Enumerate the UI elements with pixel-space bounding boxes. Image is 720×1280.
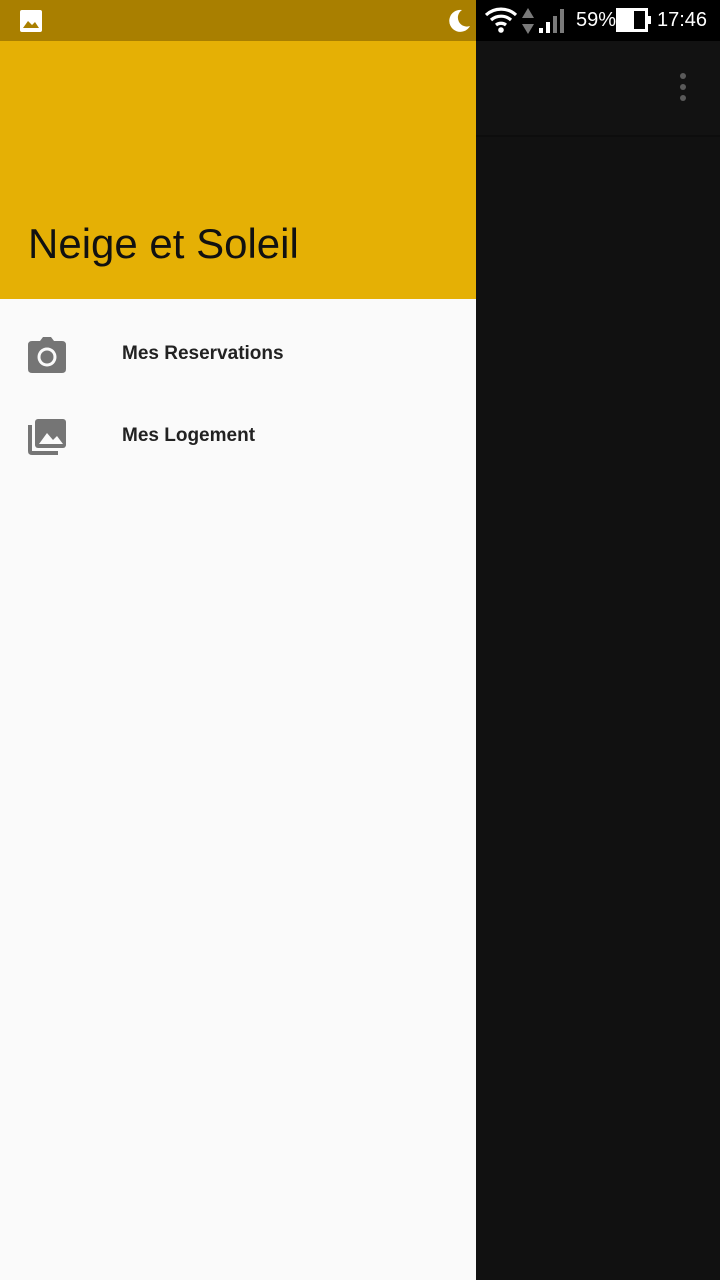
nav-item-mes-reservations[interactable]: Mes Reservations [0, 314, 476, 396]
status-bar-tinted [0, 0, 476, 41]
dot [680, 95, 686, 101]
nav-item-label: Mes Reservations [122, 343, 284, 364]
dot [680, 73, 686, 79]
photo-library-icon [28, 419, 66, 455]
clock: 17:46 [657, 9, 708, 31]
nav-item-mes-logement[interactable]: Mes Logement [0, 396, 476, 478]
wifi-icon [484, 7, 518, 33]
battery-icon [616, 8, 651, 32]
more-vert-icon[interactable] [666, 71, 700, 105]
camera-icon [28, 337, 66, 373]
moon-icon [449, 9, 470, 32]
navigation-drawer: Neige et Soleil Mes Reservations Mes Log… [0, 41, 476, 1280]
drawer-title: Neige et Soleil [28, 220, 299, 267]
status-bar: 59% 17:46 [0, 0, 720, 41]
screen: 59% 17:46 Neige et Soleil Mes Reservatio… [0, 0, 720, 1280]
image-notification-icon [20, 10, 42, 32]
data-arrows-icon [522, 8, 534, 34]
signal-icon [539, 9, 564, 33]
dot [680, 84, 686, 90]
battery-percent: 59% [576, 9, 617, 31]
drawer-header: Neige et Soleil [0, 41, 476, 299]
nav-item-label: Mes Logement [122, 425, 256, 446]
